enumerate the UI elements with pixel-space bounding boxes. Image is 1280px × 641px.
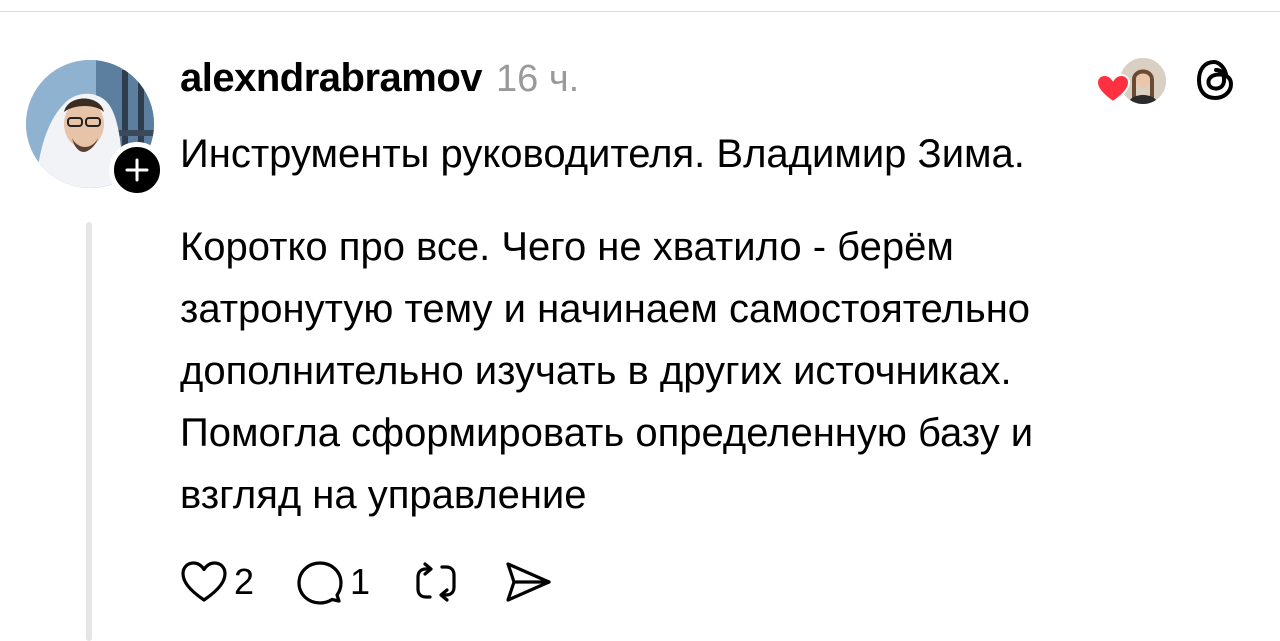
thread-post: alexndrabramov 16 ч. Инструменты руковод… (0, 0, 1280, 641)
plus-icon (125, 158, 149, 182)
top-divider (0, 11, 1280, 12)
username[interactable]: alexndrabramov (180, 56, 483, 101)
repost-button[interactable] (412, 559, 460, 605)
like-button[interactable]: 2 (180, 560, 254, 604)
author-avatar-container[interactable] (26, 60, 165, 198)
share-button[interactable] (502, 558, 554, 606)
post-body: Коротко про все. Чего не хватило - берём… (180, 225, 1034, 517)
post-title: Инструменты руководителя. Владимир Зима. (180, 132, 1025, 176)
comment-button[interactable]: 1 (296, 559, 370, 605)
repost-icon (416, 562, 456, 602)
post-time: 16 ч. (496, 58, 580, 100)
heart-outline-icon (181, 561, 227, 602)
liked-by-indicator[interactable] (1096, 54, 1168, 106)
threads-logo-icon[interactable] (1190, 54, 1242, 111)
follow-button[interactable] (109, 142, 165, 198)
post-header: alexndrabramov 16 ч. (180, 56, 579, 104)
send-icon (506, 562, 551, 602)
comment-bubble-icon (297, 561, 343, 605)
heart-filled-icon (1096, 74, 1130, 104)
likes-count: 2 (234, 561, 255, 602)
thread-connector-line (86, 222, 92, 641)
action-bar: 2 1 (180, 556, 596, 608)
comments-count: 1 (350, 561, 371, 602)
